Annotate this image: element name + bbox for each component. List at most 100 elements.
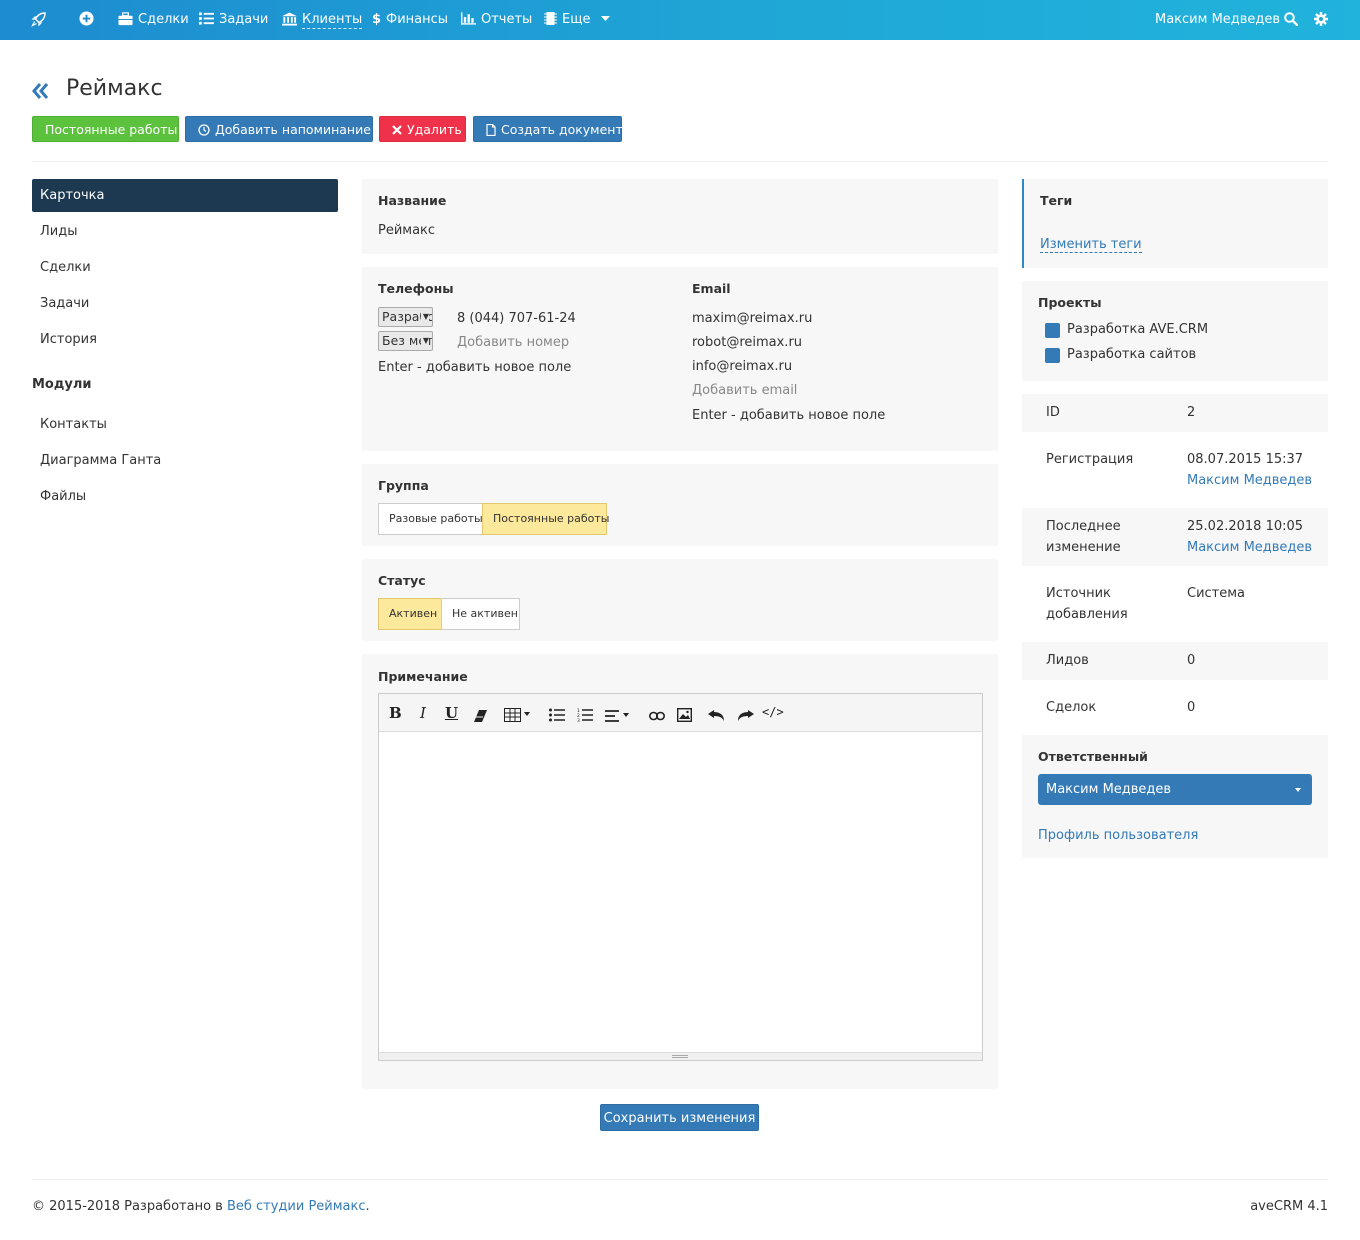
contacts-panel (362, 267, 998, 451)
permanent-work-label: Постоянные работы (45, 122, 178, 137)
redo-icon[interactable] (736, 707, 754, 725)
email-hint: Enter - добавить новое поле (692, 408, 886, 423)
add-email-input[interactable]: Добавить email (692, 383, 797, 398)
project-label-1: Разработка AVE.CRM (1067, 322, 1209, 337)
phone-hint: Enter - добавить новое поле (378, 360, 572, 375)
bulleted-list-icon[interactable] (549, 706, 565, 724)
caret-down-icon (600, 15, 610, 21)
numbered-list-icon[interactable]: 123 (577, 706, 593, 724)
registration-user-link[interactable]: Максим Медведев (1187, 473, 1312, 488)
table-icon[interactable] (504, 706, 531, 724)
nav-tasks-label: Задачи (219, 12, 269, 27)
select-arrow-icon: ▼ (420, 332, 429, 350)
caret-down-icon (1295, 788, 1301, 792)
nav-reports[interactable]: Отчеты (461, 0, 532, 40)
group-label: Группа (378, 478, 429, 493)
eraser-icon[interactable] (474, 707, 487, 725)
note-label: Примечание (378, 669, 468, 684)
phone-type-select-2[interactable]: Без метки▼ (378, 331, 433, 351)
modified-user-link[interactable]: Максим Медведев (1187, 540, 1312, 555)
source-label-line1: Источник (1046, 586, 1111, 601)
add-reminder-button[interactable]: Добавить напоминание (185, 116, 373, 142)
id-label: ID (1046, 405, 1060, 420)
project-checkbox-1[interactable] (1045, 323, 1060, 338)
bold-icon[interactable]: B (389, 704, 402, 722)
user-profile-link[interactable]: Профиль пользователя (1038, 828, 1198, 843)
underline-icon[interactable]: U (445, 704, 458, 722)
nav-clients[interactable]: Клиенты (282, 0, 363, 40)
resize-grip-icon (672, 1055, 688, 1058)
select-arrow-icon: ▼ (420, 308, 429, 326)
footer-copyright: © 2015-2018 Разработано в Веб студии Рей… (32, 1199, 370, 1214)
note-editor[interactable]: B I U 123 </> (378, 693, 983, 1061)
undo-icon[interactable] (708, 707, 726, 725)
delete-button[interactable]: Удалить (379, 116, 466, 142)
save-changes-button[interactable]: Сохранить изменения (600, 1104, 759, 1131)
nav-more-label: Еще (562, 12, 591, 27)
delete-label: Удалить (407, 122, 462, 137)
sidebar-item-gantt[interactable]: Диаграмма Ганта (32, 444, 338, 477)
add-phone-input[interactable]: Добавить номер (457, 335, 569, 350)
editor-resize-bar[interactable] (379, 1052, 982, 1060)
phone-input-1[interactable]: 8 (044) 707-61-24 (457, 311, 576, 326)
sidebar-item-history[interactable]: История (32, 323, 338, 356)
nav-tasks[interactable]: Задачи (199, 0, 268, 40)
code-view-icon[interactable]: </> (762, 705, 784, 723)
email-input-2[interactable]: robot@reimax.ru (692, 335, 802, 350)
responsible-select[interactable]: Максим Медведев (1038, 774, 1312, 805)
sidebar-item-tasks[interactable]: Задачи (32, 287, 338, 320)
double-chevron-left-icon[interactable] (32, 80, 50, 102)
status-option-active[interactable]: Активен (378, 598, 442, 630)
name-label: Название (378, 193, 447, 208)
sidebar-item-contacts[interactable]: Контакты (32, 408, 338, 441)
group-option-permanent[interactable]: Постоянные работы (482, 503, 609, 535)
name-panel (362, 179, 998, 254)
add-reminder-label: Добавить напоминание (215, 122, 371, 137)
responsible-value: Максим Медведев (1046, 782, 1172, 797)
edit-tags-link[interactable]: Изменить теги (1040, 237, 1142, 253)
studio-link[interactable]: Веб студии Реймакс (227, 1199, 366, 1214)
sidebar-item-leads[interactable]: Лиды (32, 215, 338, 248)
chip-icon (544, 12, 557, 25)
source-value: Система (1187, 586, 1246, 601)
nav-more[interactable]: Еще (544, 0, 615, 40)
nav-clients-label: Клиенты (302, 12, 363, 29)
email-input-3[interactable]: info@reimax.ru (692, 359, 792, 374)
email-input-1[interactable]: maxim@reimax.ru (692, 311, 812, 326)
project-checkbox-2[interactable] (1045, 348, 1060, 363)
status-label: Статус (378, 573, 426, 588)
nav-reports-label: Отчеты (481, 12, 533, 27)
group-option-onetime[interactable]: Разовые работы (378, 503, 483, 535)
align-icon[interactable] (605, 707, 632, 725)
search-icon[interactable] (1284, 0, 1303, 40)
name-value[interactable]: Реймакс (378, 223, 435, 238)
image-icon[interactable] (677, 706, 692, 724)
registration-date: 08.07.2015 15:37 (1187, 452, 1304, 467)
gear-icon[interactable] (1314, 0, 1333, 40)
sidebar-item-files[interactable]: Файлы (32, 480, 338, 513)
rocket-icon[interactable] (31, 0, 52, 40)
tags-label: Теги (1040, 193, 1073, 208)
sidebar-item-card[interactable]: Карточка (32, 179, 338, 212)
sidebar-item-deals[interactable]: Сделки (32, 251, 338, 284)
create-document-button[interactable]: Создать документ (473, 116, 623, 142)
plus-circle-icon[interactable] (79, 0, 99, 40)
briefcase-icon (118, 11, 133, 25)
modified-label-line2: изменение (1046, 540, 1121, 555)
nav-deals[interactable]: Сделки (118, 0, 189, 40)
phones-label: Телефоны (378, 281, 454, 296)
page-title: Реймакс (66, 76, 163, 101)
status-option-inactive[interactable]: Не активен (441, 598, 520, 630)
italic-icon[interactable]: I (420, 704, 426, 722)
link-icon[interactable] (649, 707, 665, 725)
source-label-line2: добавления (1046, 607, 1128, 622)
footer-version: aveCRM 4.1 (1250, 1199, 1328, 1214)
permanent-work-button[interactable]: Постоянные работы (32, 116, 179, 142)
copyright-text: © 2015-2018 Разработано в (32, 1199, 227, 1214)
phone-type-select-1[interactable]: Разработка▼ (378, 307, 433, 327)
list-icon (199, 12, 214, 25)
nav-user[interactable]: Максим Медведев (1155, 0, 1280, 40)
project-label-2: Разработка сайтов (1067, 347, 1197, 362)
header-divider (32, 161, 1328, 162)
nav-finance[interactable]: $ Финансы (372, 0, 448, 40)
